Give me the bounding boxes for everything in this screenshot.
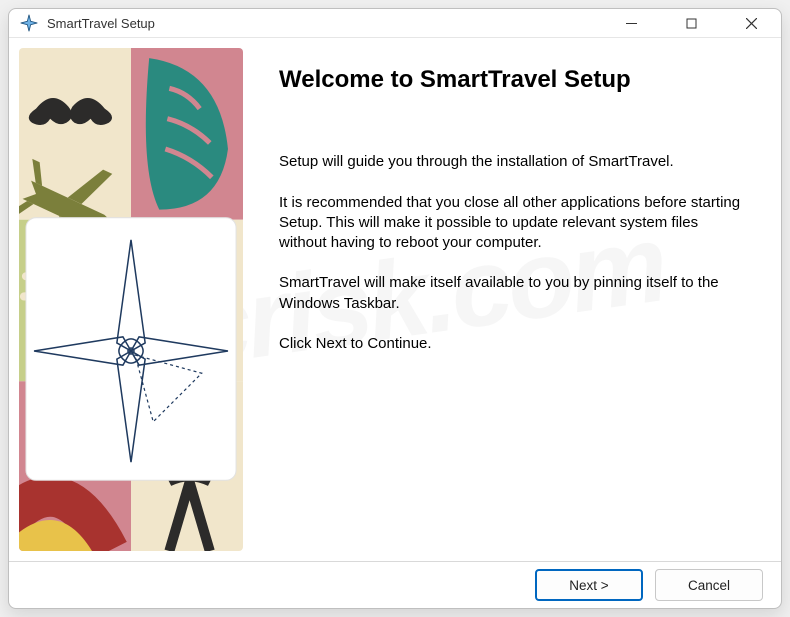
continue-paragraph: Click Next to Continue. — [279, 334, 745, 354]
next-button[interactable]: Next > — [535, 569, 643, 601]
close-button[interactable] — [721, 9, 781, 37]
maximize-button[interactable] — [661, 9, 721, 37]
intro-paragraph: Setup will guide you through the install… — [279, 152, 745, 172]
content-area: pcrisk.com — [9, 38, 781, 561]
app-icon — [19, 13, 39, 33]
cancel-button[interactable]: Cancel — [655, 569, 763, 601]
installer-window: SmartTravel Setup pcrisk.com — [8, 8, 782, 609]
window-controls — [601, 9, 781, 37]
page-heading: Welcome to SmartTravel Setup — [279, 66, 745, 94]
footer-bar: Next > Cancel — [9, 561, 781, 608]
window-title: SmartTravel Setup — [47, 16, 155, 31]
taskbar-paragraph: SmartTravel will make itself available t… — [279, 273, 745, 314]
recommendation-paragraph: It is recommended that you close all oth… — [279, 193, 745, 254]
titlebar: SmartTravel Setup — [9, 9, 781, 38]
minimize-button[interactable] — [601, 9, 661, 37]
sidebar-image — [9, 38, 253, 561]
main-panel: Welcome to SmartTravel Setup Setup will … — [253, 38, 781, 561]
